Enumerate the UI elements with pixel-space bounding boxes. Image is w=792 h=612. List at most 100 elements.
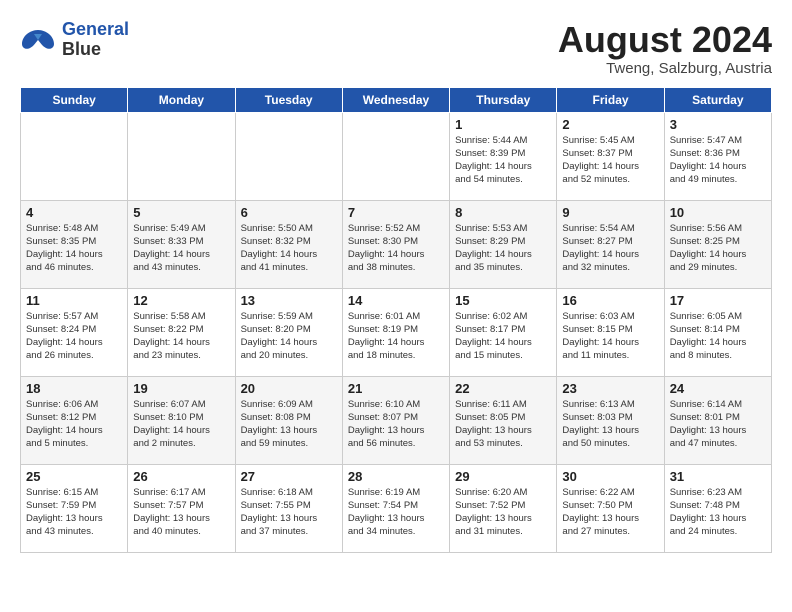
day-info: Sunrise: 5:49 AMSunset: 8:33 PMDaylight:… (133, 222, 229, 275)
day-number: 6 (241, 205, 337, 220)
day-number: 28 (348, 469, 444, 484)
day-info: Sunrise: 5:53 AMSunset: 8:29 PMDaylight:… (455, 222, 551, 275)
day-info: Sunrise: 6:13 AMSunset: 8:03 PMDaylight:… (562, 398, 658, 451)
day-number: 16 (562, 293, 658, 308)
day-info: Sunrise: 6:03 AMSunset: 8:15 PMDaylight:… (562, 310, 658, 363)
calendar-cell: 2 Sunrise: 5:45 AMSunset: 8:37 PMDaylight… (557, 112, 664, 200)
calendar-cell: 31Sunrise: 6:23 AMSunset: 7:48 PMDayligh… (664, 464, 771, 552)
day-number: 22 (455, 381, 551, 396)
day-info: Sunrise: 5:57 AMSunset: 8:24 PMDaylight:… (26, 310, 122, 363)
calendar-cell: 26 Sunrise: 6:17 AMSunset: 7:57 PMDayligh… (128, 464, 235, 552)
day-info: Sunrise: 5:54 AMSunset: 8:27 PMDaylight:… (562, 222, 658, 275)
day-header-sunday: Sunday (21, 87, 128, 112)
day-header-tuesday: Tuesday (235, 87, 342, 112)
calendar-cell: 29Sunrise: 6:20 AMSunset: 7:52 PMDayligh… (450, 464, 557, 552)
calendar-cell: 22Sunrise: 6:11 AMSunset: 8:05 PMDayligh… (450, 376, 557, 464)
day-number: 2 (562, 117, 658, 132)
day-number: 26 (133, 469, 229, 484)
calendar-cell: 23 Sunrise: 6:13 AMSunset: 8:03 PMDayligh… (557, 376, 664, 464)
day-info: Sunrise: 6:17 AMSunset: 7:57 PMDaylight:… (133, 486, 229, 539)
calendar-cell: 30 Sunrise: 6:22 AMSunset: 7:50 PMDayligh… (557, 464, 664, 552)
calendar-cell: 21 Sunrise: 6:10 AMSunset: 8:07 PMDayligh… (342, 376, 449, 464)
day-number: 18 (26, 381, 122, 396)
day-info: Sunrise: 6:19 AMSunset: 7:54 PMDaylight:… (348, 486, 444, 539)
week-row-1: 1Sunrise: 5:44 AMSunset: 8:39 PMDaylight… (21, 112, 772, 200)
day-number: 17 (670, 293, 766, 308)
day-number: 30 (562, 469, 658, 484)
calendar-cell: 9Sunrise: 5:54 AMSunset: 8:27 PMDaylight… (557, 200, 664, 288)
calendar-cell (21, 112, 128, 200)
calendar-cell: 6 Sunrise: 5:50 AMSunset: 8:32 PMDaylight… (235, 200, 342, 288)
week-row-5: 25 Sunrise: 6:15 AMSunset: 7:59 PMDayligh… (21, 464, 772, 552)
calendar-cell: 25 Sunrise: 6:15 AMSunset: 7:59 PMDayligh… (21, 464, 128, 552)
day-number: 11 (26, 293, 122, 308)
calendar-cell: 24Sunrise: 6:14 AMSunset: 8:01 PMDayligh… (664, 376, 771, 464)
day-number: 21 (348, 381, 444, 396)
calendar-cell: 13Sunrise: 5:59 AMSunset: 8:20 PMDayligh… (235, 288, 342, 376)
logo-blue: Blue (62, 40, 129, 60)
day-info: Sunrise: 6:02 AMSunset: 8:17 PMDaylight:… (455, 310, 551, 363)
day-info: Sunrise: 5:48 AMSunset: 8:35 PMDaylight:… (26, 222, 122, 275)
calendar-cell: 7Sunrise: 5:52 AMSunset: 8:30 PMDaylight… (342, 200, 449, 288)
days-of-week-row: SundayMondayTuesdayWednesdayThursdayFrid… (21, 87, 772, 112)
calendar-cell: 28 Sunrise: 6:19 AMSunset: 7:54 PMDayligh… (342, 464, 449, 552)
day-number: 4 (26, 205, 122, 220)
calendar-cell: 12 Sunrise: 5:58 AMSunset: 8:22 PMDayligh… (128, 288, 235, 376)
day-info: Sunrise: 6:06 AMSunset: 8:12 PMDaylight:… (26, 398, 122, 451)
page-header: General Blue August 2024 Tweng, Salzburg… (20, 20, 772, 77)
day-info: Sunrise: 6:15 AMSunset: 7:59 PMDaylight:… (26, 486, 122, 539)
day-header-monday: Monday (128, 87, 235, 112)
week-row-2: 4 Sunrise: 5:48 AMSunset: 8:35 PMDaylight… (21, 200, 772, 288)
day-number: 3 (670, 117, 766, 132)
day-number: 14 (348, 293, 444, 308)
day-header-saturday: Saturday (664, 87, 771, 112)
day-number: 10 (670, 205, 766, 220)
day-number: 12 (133, 293, 229, 308)
day-info: Sunrise: 6:18 AMSunset: 7:55 PMDaylight:… (241, 486, 337, 539)
day-number: 27 (241, 469, 337, 484)
calendar-cell (342, 112, 449, 200)
day-info: Sunrise: 6:09 AMSunset: 8:08 PMDaylight:… (241, 398, 337, 451)
day-info: Sunrise: 6:14 AMSunset: 8:01 PMDaylight:… (670, 398, 766, 451)
logo: General Blue (20, 20, 129, 60)
calendar-cell: 3 Sunrise: 5:47 AMSunset: 8:36 PMDaylight… (664, 112, 771, 200)
day-info: Sunrise: 5:58 AMSunset: 8:22 PMDaylight:… (133, 310, 229, 363)
day-info: Sunrise: 6:22 AMSunset: 7:50 PMDaylight:… (562, 486, 658, 539)
calendar-cell: 19Sunrise: 6:07 AMSunset: 8:10 PMDayligh… (128, 376, 235, 464)
calendar-cell: 4 Sunrise: 5:48 AMSunset: 8:35 PMDaylight… (21, 200, 128, 288)
calendar-cell: 16 Sunrise: 6:03 AMSunset: 8:15 PMDayligh… (557, 288, 664, 376)
day-info: Sunrise: 5:50 AMSunset: 8:32 PMDaylight:… (241, 222, 337, 275)
calendar-cell: 8Sunrise: 5:53 AMSunset: 8:29 PMDaylight… (450, 200, 557, 288)
calendar-cell: 14 Sunrise: 6:01 AMSunset: 8:19 PMDayligh… (342, 288, 449, 376)
day-number: 20 (241, 381, 337, 396)
day-number: 7 (348, 205, 444, 220)
title-block: August 2024 Tweng, Salzburg, Austria (558, 20, 772, 77)
day-info: Sunrise: 5:56 AMSunset: 8:25 PMDaylight:… (670, 222, 766, 275)
day-info: Sunrise: 6:05 AMSunset: 8:14 PMDaylight:… (670, 310, 766, 363)
calendar-cell (235, 112, 342, 200)
calendar-cell: 27 Sunrise: 6:18 AMSunset: 7:55 PMDayligh… (235, 464, 342, 552)
calendar-cell (128, 112, 235, 200)
calendar-cell: 10 Sunrise: 5:56 AMSunset: 8:25 PMDayligh… (664, 200, 771, 288)
logo-bird-icon (20, 26, 56, 54)
calendar-cell: 1Sunrise: 5:44 AMSunset: 8:39 PMDaylight… (450, 112, 557, 200)
day-info: Sunrise: 6:01 AMSunset: 8:19 PMDaylight:… (348, 310, 444, 363)
day-info: Sunrise: 5:47 AMSunset: 8:36 PMDaylight:… (670, 134, 766, 187)
day-info: Sunrise: 5:45 AMSunset: 8:37 PMDaylight:… (562, 134, 658, 187)
day-info: Sunrise: 6:07 AMSunset: 8:10 PMDaylight:… (133, 398, 229, 451)
day-header-wednesday: Wednesday (342, 87, 449, 112)
calendar-cell: 5 Sunrise: 5:49 AMSunset: 8:33 PMDaylight… (128, 200, 235, 288)
week-row-3: 11 Sunrise: 5:57 AMSunset: 8:24 PMDayligh… (21, 288, 772, 376)
week-row-4: 18 Sunrise: 6:06 AMSunset: 8:12 PMDayligh… (21, 376, 772, 464)
calendar-cell: 18 Sunrise: 6:06 AMSunset: 8:12 PMDayligh… (21, 376, 128, 464)
day-info: Sunrise: 6:10 AMSunset: 8:07 PMDaylight:… (348, 398, 444, 451)
day-info: Sunrise: 5:59 AMSunset: 8:20 PMDaylight:… (241, 310, 337, 363)
day-number: 15 (455, 293, 551, 308)
day-number: 31 (670, 469, 766, 484)
day-number: 1 (455, 117, 551, 132)
logo-general: General (62, 19, 129, 39)
day-number: 23 (562, 381, 658, 396)
day-number: 25 (26, 469, 122, 484)
day-number: 5 (133, 205, 229, 220)
calendar-cell: 17 Sunrise: 6:05 AMSunset: 8:14 PMDayligh… (664, 288, 771, 376)
